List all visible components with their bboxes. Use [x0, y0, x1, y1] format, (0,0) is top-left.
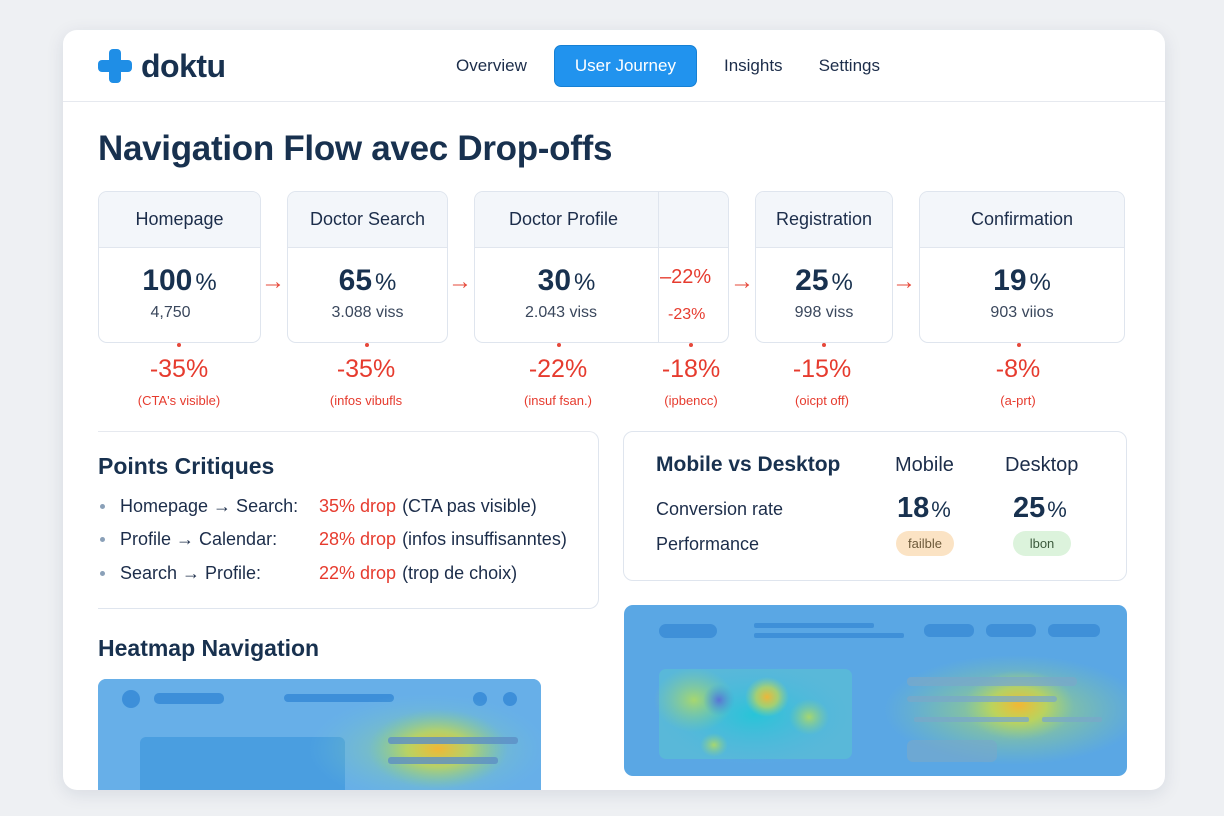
critical-point-reason: (CTA pas visible)	[402, 496, 537, 516]
row-conversion-rate: Conversion rate	[656, 499, 784, 519]
drop-percentage: -22%	[528, 355, 588, 383]
drop-percentage: -35%	[149, 355, 209, 383]
critical-point-label: Search → Profile:	[120, 563, 262, 583]
drop-marker	[689, 343, 693, 347]
inline-drop-bottom: -23%	[668, 306, 706, 323]
medical-cross-icon	[98, 49, 132, 83]
flow-arrow-icon: →	[448, 268, 472, 295]
drop-marker	[822, 343, 826, 347]
step-name: Homepage	[99, 192, 260, 248]
step-name: Doctor Profile	[475, 192, 728, 248]
drop-marker	[177, 343, 181, 347]
critical-point-reason: (trop de choix)	[402, 563, 518, 583]
mobile-conversion-value: 18%	[897, 492, 951, 524]
step-visits: 3.088 viss	[331, 304, 404, 321]
mobile-performance-badge: failble	[896, 531, 954, 556]
flow-arrow-icon: →	[730, 268, 754, 295]
main-nav: Overview User Journey Insights Settings	[438, 45, 898, 87]
drop-marker	[365, 343, 369, 347]
critical-point-label: Profile → Calendar:	[120, 529, 278, 549]
step-percentage: 100%	[142, 264, 217, 297]
critical-point-label: Homepage → Search:	[120, 496, 299, 516]
drop-reason: (infos vibufls	[329, 393, 403, 408]
mobile-vs-desktop-title: Mobile vs Desktop	[656, 453, 841, 476]
column-desktop: Desktop	[1005, 454, 1079, 476]
desktop-heatmap-image	[624, 605, 1127, 776]
nav-user-journey[interactable]: User Journey	[553, 45, 697, 87]
step-name: Confirmation	[920, 192, 1124, 248]
inline-drop-top: –22%	[660, 266, 712, 288]
funnel-step-doctor-search[interactable]: Doctor Search 65% 3.088 viss	[287, 191, 448, 343]
critical-point-drop: 35% drop	[319, 496, 397, 516]
drop-percentage: -8%	[995, 355, 1041, 383]
drop-marker	[557, 343, 561, 347]
logo[interactable]: doktu	[98, 48, 226, 84]
drop-reason: (a-prt)	[1000, 393, 1036, 408]
critical-point-reason: (infos insuffisanntes)	[402, 529, 567, 549]
column-mobile: Mobile	[895, 454, 954, 476]
nav-overview[interactable]: Overview	[438, 46, 545, 86]
funnel-step-confirmation[interactable]: Confirmation 19% 903 viios	[919, 191, 1125, 343]
drop-percentage: -35%	[336, 355, 396, 383]
desktop-heatmap-graphic	[624, 605, 1127, 776]
critical-point-drop: 22% drop	[319, 563, 397, 583]
step-name: Doctor Search	[288, 192, 447, 248]
page-title: Navigation Flow avec Drop-offs	[98, 129, 613, 168]
drop-reason: (ipbencc)	[664, 393, 718, 408]
top-navigation-bar: doktu Overview User Journey Insights Set…	[63, 30, 1165, 102]
drop-percentage: -15%	[792, 355, 852, 383]
critical-points-title: Points Critiques	[98, 453, 275, 479]
step-name: Registration	[756, 192, 892, 248]
drop-reason: (CTA's visible)	[137, 393, 221, 408]
nav-insights[interactable]: Insights	[706, 46, 801, 86]
step-visits: 4,750	[150, 304, 191, 321]
drop-reason: (insuf fsan.)	[524, 393, 592, 408]
critical-point-item: Homepage → Search: 35% drop (CTA pas vis…	[100, 496, 537, 517]
logo-text: doktu	[141, 47, 226, 84]
dashboard-card: doktu Overview User Journey Insights Set…	[63, 30, 1165, 790]
desktop-performance-badge: lbon	[1013, 531, 1071, 556]
nav-settings[interactable]: Settings	[801, 46, 898, 86]
critical-point-item: Search → Profile: 22% drop (trop de choi…	[100, 563, 517, 584]
bullet-icon	[100, 537, 105, 542]
drop-reason: (oicpt off)	[795, 393, 849, 408]
funnel-step-doctor-profile[interactable]: Doctor Profile 30% 2.043 viss –22% -23%	[474, 191, 729, 343]
mobile-heatmap-graphic	[98, 679, 541, 790]
step-percentage: 65%	[338, 264, 397, 297]
funnel-step-registration[interactable]: Registration 25% 998 viss	[755, 191, 893, 343]
critical-point-item: Profile → Calendar: 28% drop (infos insu…	[100, 529, 567, 550]
flow-arrow-icon: →	[261, 268, 285, 295]
bullet-icon	[100, 504, 105, 509]
row-performance: Performance	[656, 534, 760, 554]
drop-percentage: -18%	[661, 355, 721, 383]
bullet-icon	[100, 571, 105, 576]
mobile-heatmap-image	[98, 679, 541, 790]
step-visits: 2.043 viss	[524, 304, 598, 321]
step-percentage: 30%	[537, 264, 596, 297]
drop-marker	[1017, 343, 1021, 347]
step-visits: 998 viss	[794, 304, 854, 321]
step-percentage: 25%	[795, 264, 853, 297]
heatmap-title: Heatmap Navigation	[98, 635, 320, 661]
funnel-step-homepage[interactable]: Homepage 100% 4,750	[98, 191, 261, 343]
step-percentage: 19%	[993, 264, 1051, 297]
desktop-conversion-value: 25%	[1013, 492, 1067, 524]
flow-arrow-icon: →	[892, 268, 916, 295]
critical-point-drop: 28% drop	[319, 529, 397, 549]
step-visits: 903 viios	[990, 304, 1054, 321]
